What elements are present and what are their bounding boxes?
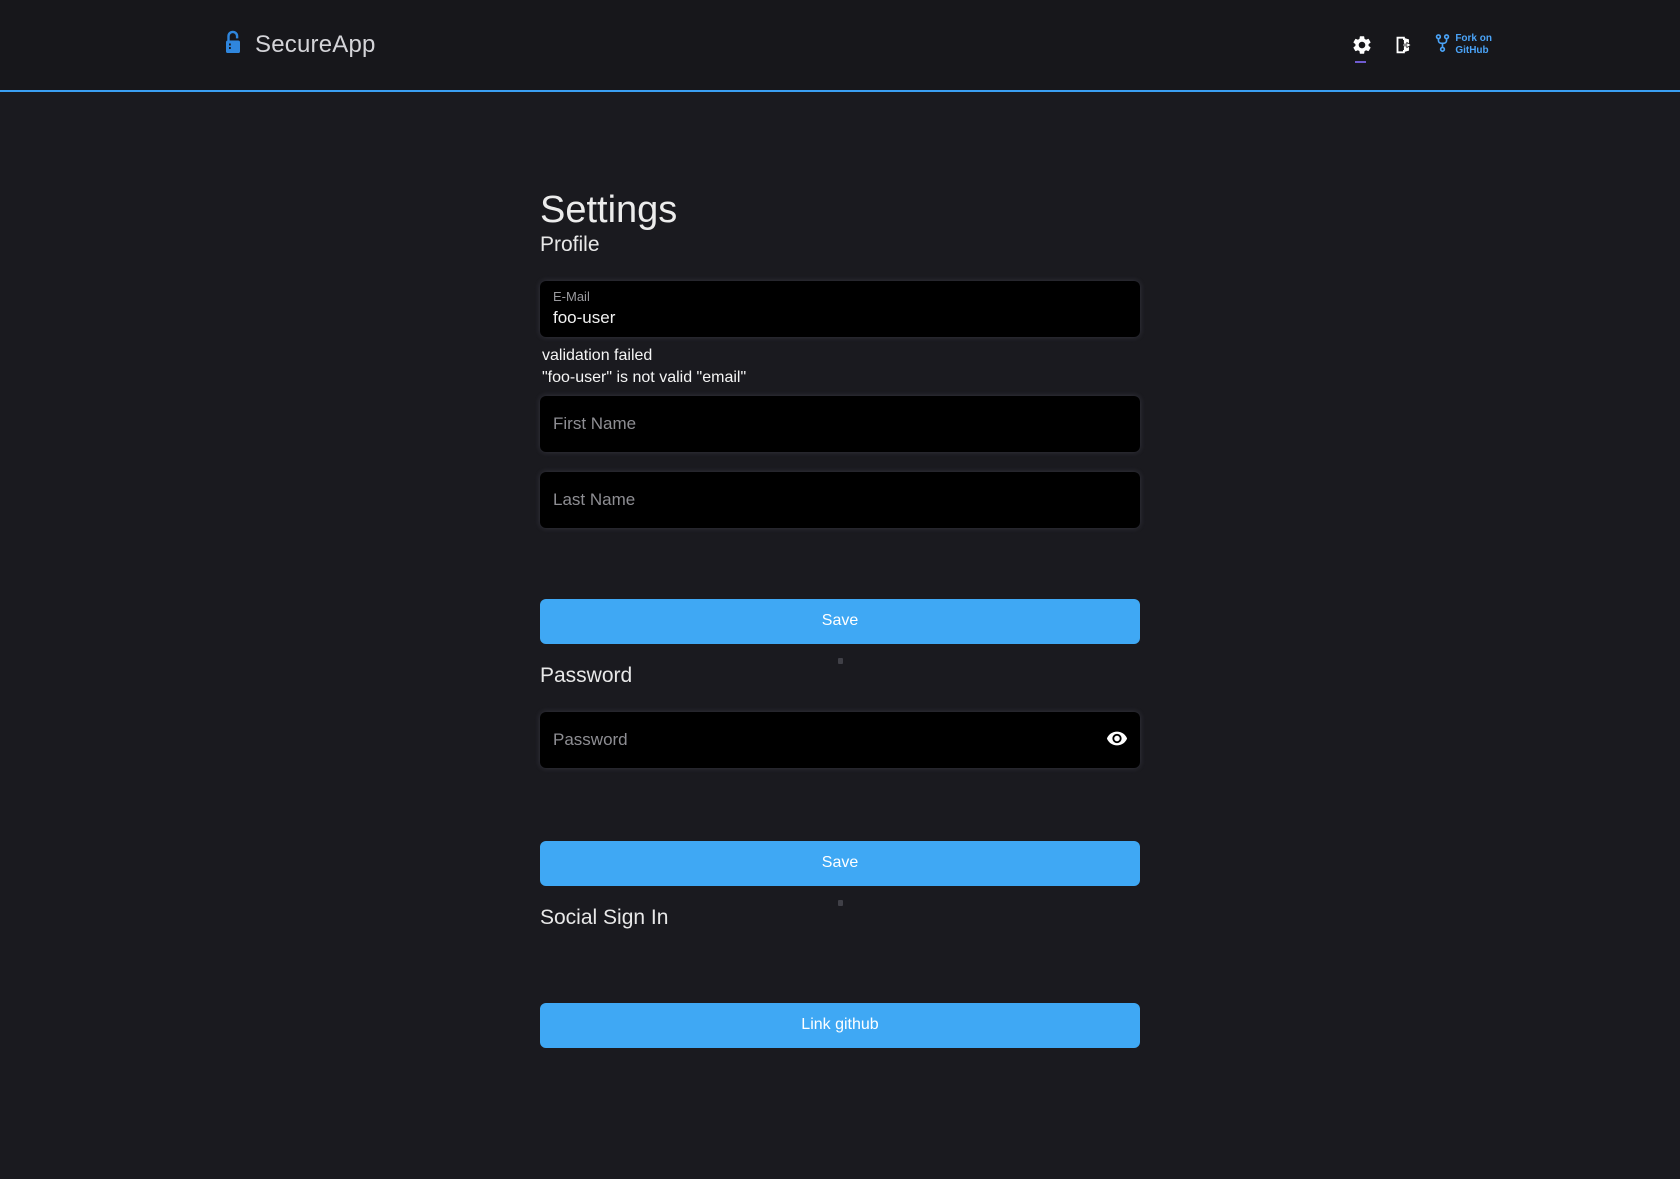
page-title: Settings [540, 189, 1140, 233]
email-input[interactable] [540, 281, 1140, 337]
social-sign-in-heading: Social Sign In [540, 906, 1140, 930]
password-field-wrap [540, 712, 1140, 768]
settings-button[interactable] [1349, 32, 1375, 58]
last-name-field-wrap [540, 472, 1140, 528]
password-heading: Password [540, 664, 1140, 688]
fork-link-text: Fork on GitHub [1455, 33, 1492, 58]
last-name-input[interactable] [540, 472, 1140, 528]
lock-icon [222, 30, 244, 61]
loading-artifact [838, 900, 843, 906]
navbar: SecureApp [0, 0, 1680, 92]
profile-heading: Profile [540, 233, 1140, 257]
loading-artifact [838, 658, 843, 664]
profile-save-button[interactable]: Save [540, 599, 1140, 644]
first-name-input[interactable] [540, 396, 1140, 452]
password-save-button[interactable]: Save [540, 841, 1140, 886]
first-name-field-wrap [540, 396, 1140, 452]
brand-title: SecureApp [255, 31, 376, 59]
settings-page: Settings Profile E-Mail validation faile… [540, 189, 1140, 1048]
navbar-actions: Fork on GitHub [1349, 32, 1492, 58]
password-section: Password Save [540, 664, 1140, 906]
git-fork-icon [1435, 33, 1450, 58]
toggle-password-visibility-button[interactable] [1104, 725, 1130, 754]
active-tab-indicator [1355, 61, 1366, 63]
link-github-button[interactable]: Link github [540, 1003, 1140, 1048]
fork-on-github-link[interactable]: Fork on GitHub [1435, 33, 1492, 58]
error-line-1: validation failed [542, 345, 1140, 367]
app-brand[interactable]: SecureApp [222, 30, 376, 61]
eye-icon [1106, 727, 1128, 752]
logout-icon [1392, 34, 1414, 56]
gear-icon [1351, 34, 1373, 56]
profile-section: Profile E-Mail validation failed "foo-us… [540, 233, 1140, 664]
password-input[interactable] [540, 712, 1140, 768]
social-sign-in-section: Social Sign In Link github [540, 906, 1140, 1048]
email-field-wrap: E-Mail [540, 281, 1140, 337]
error-line-2: "foo-user" is not valid "email" [542, 367, 1140, 389]
email-validation-error: validation failed "foo-user" is not vali… [542, 345, 1140, 390]
logout-button[interactable] [1390, 32, 1416, 58]
